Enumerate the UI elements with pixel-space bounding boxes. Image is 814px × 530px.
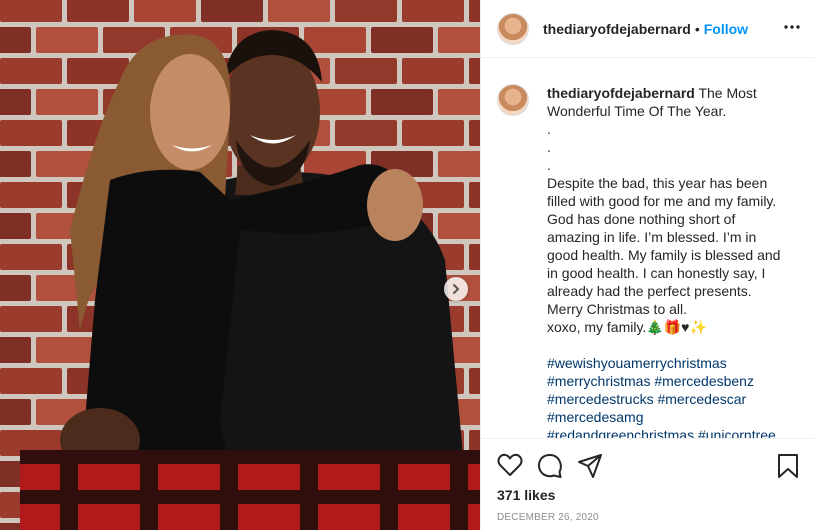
hashtag-link[interactable]: #merrychristmas [547, 373, 650, 389]
next-photo-button[interactable] [444, 277, 468, 301]
post-side-panel: thediaryofdejabernard • Follow thediaryo… [480, 0, 814, 530]
more-horizontal-icon[interactable] [783, 18, 801, 36]
hashtag-link[interactable]: #redandgreenchristmas [547, 427, 694, 438]
bookmark-icon[interactable] [777, 453, 799, 479]
caption-avatar[interactable] [497, 84, 529, 116]
hashtag-link[interactable]: #mercedesamg [547, 409, 644, 425]
post-date[interactable]: DECEMBER 26, 2020 [497, 512, 599, 523]
post-actions: 371 likes DECEMBER 26, 2020 [481, 438, 814, 530]
chevron-right-icon [453, 284, 459, 294]
caption-dot: . [547, 121, 551, 137]
hashtag-link[interactable]: #mercedescar [657, 391, 746, 407]
comments-scroll-area[interactable]: thediaryofdejabernard The Most Wonderful… [481, 58, 814, 438]
caption-dot: . [547, 157, 551, 173]
hashtag-link[interactable]: #wewishyouamerrychristmas [547, 355, 727, 371]
header-username[interactable]: thediaryofdejabernard [543, 21, 691, 37]
post-photo[interactable] [0, 0, 480, 530]
comment-icon[interactable] [537, 453, 563, 479]
caption-body: Despite the bad, this year has been fill… [547, 175, 781, 317]
caption-username[interactable]: thediaryofdejabernard [547, 85, 695, 101]
hashtag-link[interactable]: #mercedestrucks [547, 391, 654, 407]
caption: thediaryofdejabernard The Most Wonderful… [497, 84, 799, 438]
heart-icon[interactable] [497, 453, 523, 477]
follow-button[interactable]: Follow [704, 21, 748, 37]
couple-photo [20, 30, 480, 530]
post-header: thediaryofdejabernard • Follow [481, 0, 814, 58]
likes-count[interactable]: 371 likes [497, 487, 555, 503]
hashtag-link[interactable]: #mercedesbenz [654, 373, 754, 389]
hashtag-link[interactable]: #unicorntree [698, 427, 776, 438]
caption-dot: . [547, 139, 551, 155]
caption-hashtags: #wewishyouamerrychristmas #merrychristma… [547, 354, 787, 438]
paper-plane-icon[interactable] [577, 453, 603, 479]
avatar[interactable] [497, 12, 529, 45]
caption-signoff: xoxo, my family.🎄🎁♥✨ [547, 319, 707, 335]
header-separator: • [694, 20, 700, 37]
caption-text: thediaryofdejabernard The Most Wonderful… [547, 84, 787, 438]
